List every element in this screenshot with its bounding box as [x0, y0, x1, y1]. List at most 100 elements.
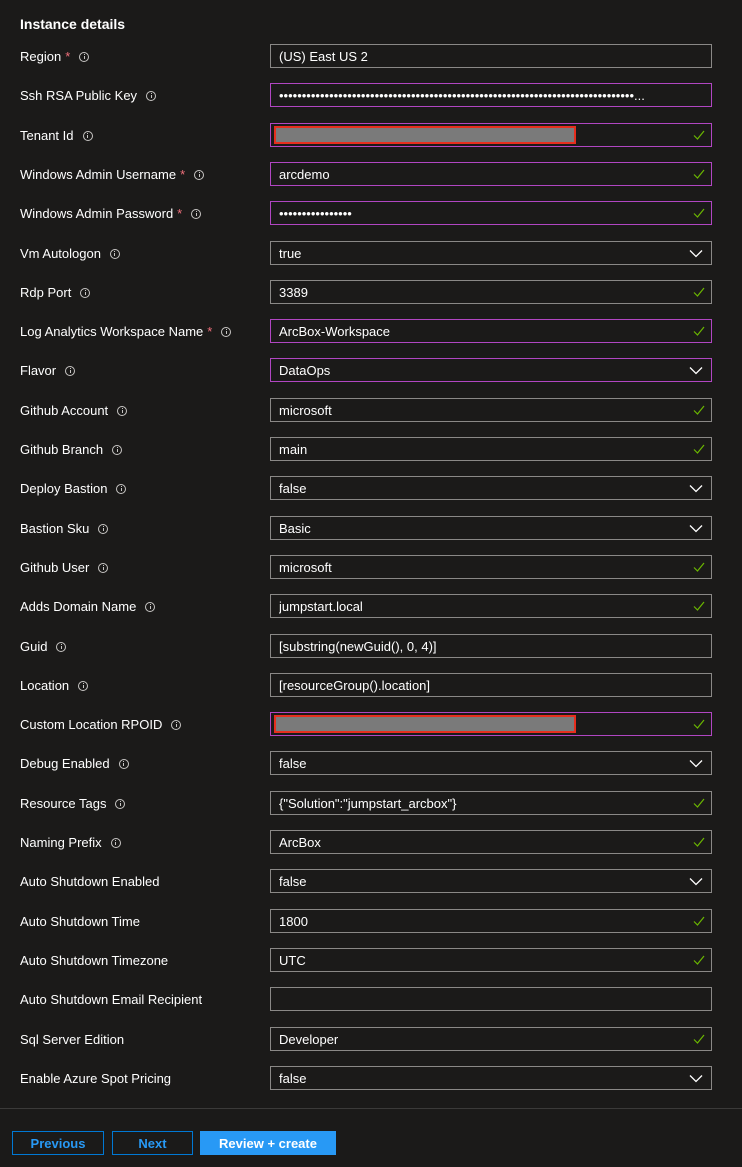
field-value: Basic — [279, 520, 311, 536]
input-custom-location-rpoid[interactable] — [270, 712, 712, 736]
info-icon[interactable] — [78, 680, 89, 691]
field-label: Adds Domain Name — [20, 599, 156, 614]
input-resource-tags[interactable]: {"Solution":"jumpstart_arcbox"} — [270, 791, 712, 815]
info-icon[interactable] — [80, 287, 91, 298]
input-naming-prefix[interactable]: ArcBox — [270, 830, 712, 854]
previous-button[interactable]: Previous — [12, 1131, 104, 1155]
info-icon[interactable] — [98, 523, 109, 534]
field-value: •••••••••••••••• — [279, 205, 352, 221]
input-ssh-rsa-public-key[interactable]: ••••••••••••••••••••••••••••••••••••••••… — [270, 83, 712, 107]
dropdown-debug-enabled[interactable]: false — [270, 751, 712, 775]
input-auto-shutdown-time[interactable]: 1800 — [270, 909, 712, 933]
field-value: ArcBox — [279, 834, 321, 850]
form-row-tenant-id: Tenant Id — [0, 123, 742, 149]
field-label: Guid — [20, 639, 67, 654]
input-windows-admin-username[interactable]: arcdemo — [270, 162, 712, 186]
info-icon[interactable] — [146, 90, 157, 101]
info-icon[interactable] — [221, 326, 232, 337]
input-auto-shutdown-email-recipient[interactable] — [270, 987, 712, 1011]
field-label-text: Github Account — [20, 403, 109, 418]
dropdown-auto-shutdown-enabled[interactable]: false — [270, 869, 712, 893]
checkmark-icon — [693, 169, 705, 179]
field-value: ArcBox-Workspace — [279, 323, 391, 339]
input-adds-domain-name[interactable]: jumpstart.local — [270, 594, 712, 618]
info-icon[interactable] — [112, 444, 123, 455]
dropdown-deploy-bastion[interactable]: false — [270, 476, 712, 500]
info-icon[interactable] — [171, 719, 182, 730]
field-value: [substring(newGuid(), 0, 4)] — [279, 638, 437, 654]
input-github-branch[interactable]: main — [270, 437, 712, 461]
checkmark-icon — [693, 562, 705, 572]
checkmark-icon — [693, 130, 705, 140]
checkmark-icon — [693, 798, 705, 808]
field-label-text: Custom Location RPOID — [20, 717, 163, 732]
input-location[interactable]: [resourceGroup().location] — [270, 673, 712, 697]
info-icon[interactable] — [145, 601, 156, 612]
info-icon[interactable] — [116, 483, 127, 494]
dropdown-enable-azure-spot-pricing[interactable]: false — [270, 1066, 712, 1090]
form-row-flavor: Flavor DataOps — [0, 358, 742, 384]
dropdown-bastion-sku[interactable]: Basic — [270, 516, 712, 540]
info-icon[interactable] — [109, 248, 120, 259]
field-label-text: Enable Azure Spot Pricing — [20, 1071, 172, 1086]
field-value: 3389 — [279, 284, 308, 300]
field-value: ••••••••••••••••••••••••••••••••••••••••… — [279, 87, 645, 103]
info-icon[interactable] — [82, 130, 93, 141]
redacted-value — [274, 715, 576, 733]
input-github-account[interactable]: microsoft — [270, 398, 712, 422]
field-label: Bastion Sku — [20, 521, 109, 536]
form-row-custom-location-rpoid: Custom Location RPOID — [0, 712, 742, 738]
required-asterisk: * — [177, 206, 183, 221]
field-value: arcdemo — [279, 166, 330, 182]
field-label: Auto Shutdown Enabled — [20, 874, 160, 889]
input-guid[interactable]: [substring(newGuid(), 0, 4)] — [270, 634, 712, 658]
field-label: Github Branch — [20, 442, 123, 457]
field-label: Enable Azure Spot Pricing — [20, 1071, 171, 1086]
info-icon[interactable] — [56, 641, 67, 652]
input-log-analytics-workspace-name[interactable]: ArcBox-Workspace — [270, 319, 712, 343]
info-icon[interactable] — [194, 169, 205, 180]
form-row-auto-shutdown-timezone: Auto Shutdown Timezone UTC — [0, 948, 742, 974]
required-asterisk: * — [180, 167, 186, 182]
required-asterisk: * — [65, 49, 71, 64]
review-create-button[interactable]: Review + create — [200, 1131, 336, 1155]
info-icon[interactable] — [110, 837, 121, 848]
chevron-down-icon — [689, 760, 703, 768]
input-region[interactable]: (US) East US 2 — [270, 44, 712, 68]
field-value: jumpstart.local — [279, 598, 363, 614]
input-github-user[interactable]: microsoft — [270, 555, 712, 579]
dropdown-flavor[interactable]: DataOps — [270, 358, 712, 382]
field-label-text: Region — [20, 49, 62, 64]
input-windows-admin-password[interactable]: •••••••••••••••• — [270, 201, 712, 225]
input-rdp-port[interactable]: 3389 — [270, 280, 712, 304]
info-icon[interactable] — [191, 208, 202, 219]
info-icon[interactable] — [118, 758, 129, 769]
field-label: Naming Prefix — [20, 835, 121, 850]
next-button[interactable]: Next — [112, 1131, 193, 1155]
field-label: Auto Shutdown Email Recipient — [20, 992, 202, 1007]
form-row-sql-server-edition: Sql Server Edition Developer — [0, 1027, 742, 1053]
form-row-region: Region * (US) East US 2 — [0, 44, 742, 70]
input-sql-server-edition[interactable]: Developer — [270, 1027, 712, 1051]
field-label: Tenant Id — [20, 128, 93, 143]
info-icon[interactable] — [117, 405, 128, 416]
chevron-down-icon — [689, 878, 703, 886]
chevron-down-icon — [689, 250, 703, 258]
form-row-naming-prefix: Naming Prefix ArcBox — [0, 830, 742, 856]
dropdown-vm-autologon[interactable]: true — [270, 241, 712, 265]
form-row-adds-domain-name: Adds Domain Name jumpstart.local — [0, 594, 742, 620]
field-label: Rdp Port — [20, 285, 91, 300]
input-auto-shutdown-timezone[interactable]: UTC — [270, 948, 712, 972]
field-label-text: Auto Shutdown Enabled — [20, 874, 160, 889]
field-label: Location — [20, 678, 89, 693]
checkmark-icon — [693, 1034, 705, 1044]
info-icon[interactable] — [79, 51, 90, 62]
info-icon[interactable] — [98, 562, 109, 573]
input-tenant-id[interactable] — [270, 123, 712, 147]
info-icon[interactable] — [65, 365, 76, 376]
section-title: Instance details — [20, 16, 126, 32]
field-label-text: Debug Enabled — [20, 756, 110, 771]
form-row-bastion-sku: Bastion Sku Basic — [0, 516, 742, 542]
form-row-guid: Guid [substring(newGuid(), 0, 4)] — [0, 634, 742, 660]
info-icon[interactable] — [115, 798, 126, 809]
